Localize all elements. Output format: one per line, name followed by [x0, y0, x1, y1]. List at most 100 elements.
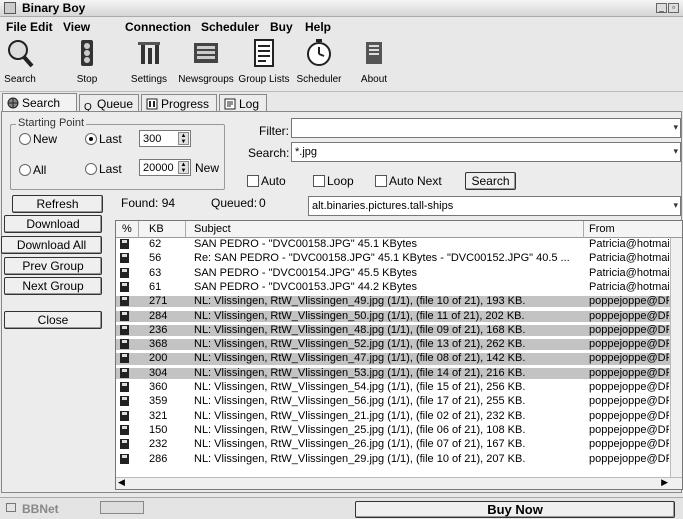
radio-last-new[interactable]: [85, 163, 97, 175]
row-kb: 56: [149, 253, 162, 265]
settings-icon: [138, 42, 160, 64]
menu-edit[interactable]: Edit: [30, 20, 53, 34]
filter-input[interactable]: ▾: [291, 118, 681, 138]
radio-all[interactable]: [19, 164, 31, 176]
radio-all-label: All: [33, 163, 47, 177]
status-controls[interactable]: [100, 501, 144, 514]
table-row[interactable]: 368 NL: Vlissingen, RtW_Vlissingen_52.jpg…: [116, 339, 671, 351]
search-input[interactable]: *.jpg ▾: [291, 142, 681, 162]
file-icon: [119, 267, 131, 278]
next-group-button[interactable]: Next Group: [4, 277, 102, 295]
menu-help[interactable]: Help: [305, 20, 331, 34]
table-row[interactable]: 321 NL: Vlissingen, RtW_Vlissingen_21.jpg…: [116, 410, 671, 422]
table-row[interactable]: 61 SAN PEDRO - "DVC00153.JPG" 44.2 KBytes…: [116, 281, 671, 293]
row-from: poppejoppe@DF: [589, 382, 669, 393]
row-kb: 236: [149, 324, 168, 336]
close-button[interactable]: Close: [4, 311, 102, 329]
last-count-spinner[interactable]: 300 ▲ ▼: [139, 130, 191, 147]
stop-toolbar-button[interactable]: Stop: [72, 36, 102, 90]
table-row[interactable]: 284 NL: Vlissingen, RtW_Vlissingen_50.jpg…: [116, 310, 671, 322]
column-subject[interactable]: Subject: [194, 223, 231, 235]
search-button[interactable]: Search: [465, 172, 516, 190]
file-icon: [119, 253, 131, 264]
scroll-left-icon[interactable]: ◀: [118, 477, 125, 488]
table-row[interactable]: 56 Re: SAN PEDRO - "DVC00158.JPG" 45.1 KB…: [116, 253, 671, 264]
table-row[interactable]: 286 NL: Vlissingen, RtW_Vlissingen_29.jpg…: [116, 453, 671, 465]
tab-search[interactable]: Search: [2, 93, 77, 113]
radio-new[interactable]: [19, 133, 31, 145]
results-table[interactable]: % KB Subject From 62 SAN PEDRO - "DVC0015…: [115, 220, 683, 490]
column-kb[interactable]: KB: [149, 223, 164, 235]
about-toolbar-button[interactable]: About: [356, 36, 392, 90]
chevron-down-icon[interactable]: ▾: [673, 200, 678, 211]
column-percent[interactable]: %: [122, 223, 132, 235]
group-lists-toolbar-button[interactable]: Group Lists: [238, 36, 290, 90]
vertical-scrollbar[interactable]: [670, 238, 682, 477]
menu-view[interactable]: View: [63, 20, 90, 34]
menu-buy[interactable]: Buy: [270, 20, 293, 34]
menu-scheduler[interactable]: Scheduler: [201, 20, 259, 34]
table-row[interactable]: 236 NL: Vlissingen, RtW_Vlissingen_48.jpg…: [116, 324, 671, 336]
tab-queue[interactable]: Q Queue: [79, 94, 139, 113]
buy-now-button[interactable]: Buy Now: [355, 501, 675, 518]
menu-file[interactable]: File: [6, 20, 27, 34]
prev-group-button[interactable]: Prev Group: [4, 257, 102, 275]
tab-progress-label: Progress: [161, 97, 210, 111]
tab-log[interactable]: Log: [219, 94, 267, 112]
loop-checkbox[interactable]: [313, 175, 325, 187]
table-row[interactable]: 150 NL: Vlissingen, RtW_Vlissingen_25.jpg…: [116, 424, 671, 436]
download-button[interactable]: Download: [4, 215, 102, 233]
table-row[interactable]: 200 NL: Vlissingen, RtW_Vlissingen_47.jpg…: [116, 353, 671, 365]
traffic-light-icon: [81, 40, 93, 66]
table-row[interactable]: 304 NL: Vlissingen, RtW_Vlissingen_53.jpg…: [116, 367, 671, 379]
maximize-button[interactable]: ▫: [668, 3, 679, 13]
download-all-button[interactable]: Download All: [1, 236, 102, 254]
spinner-arrows-icon[interactable]: ▲ ▼: [178, 161, 189, 174]
table-row[interactable]: 359 NL: Vlissingen, RtW_Vlissingen_56.jpg…: [116, 396, 671, 407]
row-kb: 61: [149, 281, 162, 293]
spinner-arrows-icon[interactable]: ▲ ▼: [178, 132, 189, 145]
menu-connection[interactable]: Connection: [125, 20, 191, 34]
row-kb: 200: [149, 353, 168, 365]
settings-toolbar-button[interactable]: Settings: [128, 36, 170, 90]
chevron-down-icon[interactable]: ▾: [673, 146, 678, 157]
table-row[interactable]: 360 NL: Vlissingen, RtW_Vlissingen_54.jpg…: [116, 382, 671, 393]
file-icon: [119, 339, 131, 350]
last-new-spinner[interactable]: 20000 ▲ ▼: [139, 159, 191, 176]
newsgroup-select[interactable]: alt.binaries.pictures.tall-ships ▾: [308, 196, 681, 216]
radio-last[interactable]: [85, 133, 97, 145]
window-title: Binary Boy: [22, 1, 86, 15]
search-toolbar-button[interactable]: Search: [2, 36, 38, 90]
menu-bar: File Edit View Connection Scheduler Buy …: [0, 18, 683, 35]
title-bar: Binary Boy _ ▫: [0, 0, 683, 17]
newsgroups-toolbar-button[interactable]: Newsgroups: [178, 36, 234, 90]
tab-progress[interactable]: Progress: [141, 94, 217, 112]
row-kb: 62: [149, 239, 162, 250]
chevron-down-icon[interactable]: ▾: [673, 122, 678, 133]
newsgroups-toolbar-label: Newsgroups: [178, 74, 234, 85]
table-row[interactable]: 271 NL: Vlissingen, RtW_Vlissingen_49.jpg…: [116, 296, 671, 308]
file-icon: [119, 424, 131, 435]
row-subject: NL: Vlissingen, RtW_Vlissingen_53.jpg (1…: [194, 367, 526, 379]
horizontal-scrollbar[interactable]: ◀ ▶: [116, 477, 682, 489]
stop-toolbar-label: Stop: [76, 74, 98, 85]
status-indicator-icon: [6, 503, 16, 512]
radio-last-new-label: Last: [99, 162, 122, 176]
column-from[interactable]: From: [589, 223, 615, 235]
scheduler-toolbar-button[interactable]: Scheduler: [296, 36, 342, 90]
search-value: *.jpg: [295, 146, 318, 158]
refresh-button[interactable]: Refresh: [12, 195, 103, 213]
scroll-right-icon[interactable]: ▶: [661, 477, 668, 488]
table-row[interactable]: 62 SAN PEDRO - "DVC00158.JPG" 45.1 KBytes…: [116, 239, 671, 250]
auto-next-label: Auto Next: [389, 174, 442, 188]
minimize-button[interactable]: _: [656, 3, 667, 13]
auto-next-checkbox[interactable]: [375, 175, 387, 187]
auto-checkbox[interactable]: [247, 175, 259, 187]
row-subject: NL: Vlissingen, RtW_Vlissingen_25.jpg (1…: [194, 424, 526, 436]
log-icon: [224, 98, 236, 110]
row-subject: NL: Vlissingen, RtW_Vlissingen_54.jpg (1…: [194, 382, 526, 393]
row-subject: NL: Vlissingen, RtW_Vlissingen_52.jpg (1…: [194, 339, 526, 351]
table-row[interactable]: 63 SAN PEDRO - "DVC00154.JPG" 45.5 KBytes…: [116, 267, 671, 279]
table-row[interactable]: 232 NL: Vlissingen, RtW_Vlissingen_26.jpg…: [116, 439, 671, 450]
about-icon: [366, 42, 382, 64]
